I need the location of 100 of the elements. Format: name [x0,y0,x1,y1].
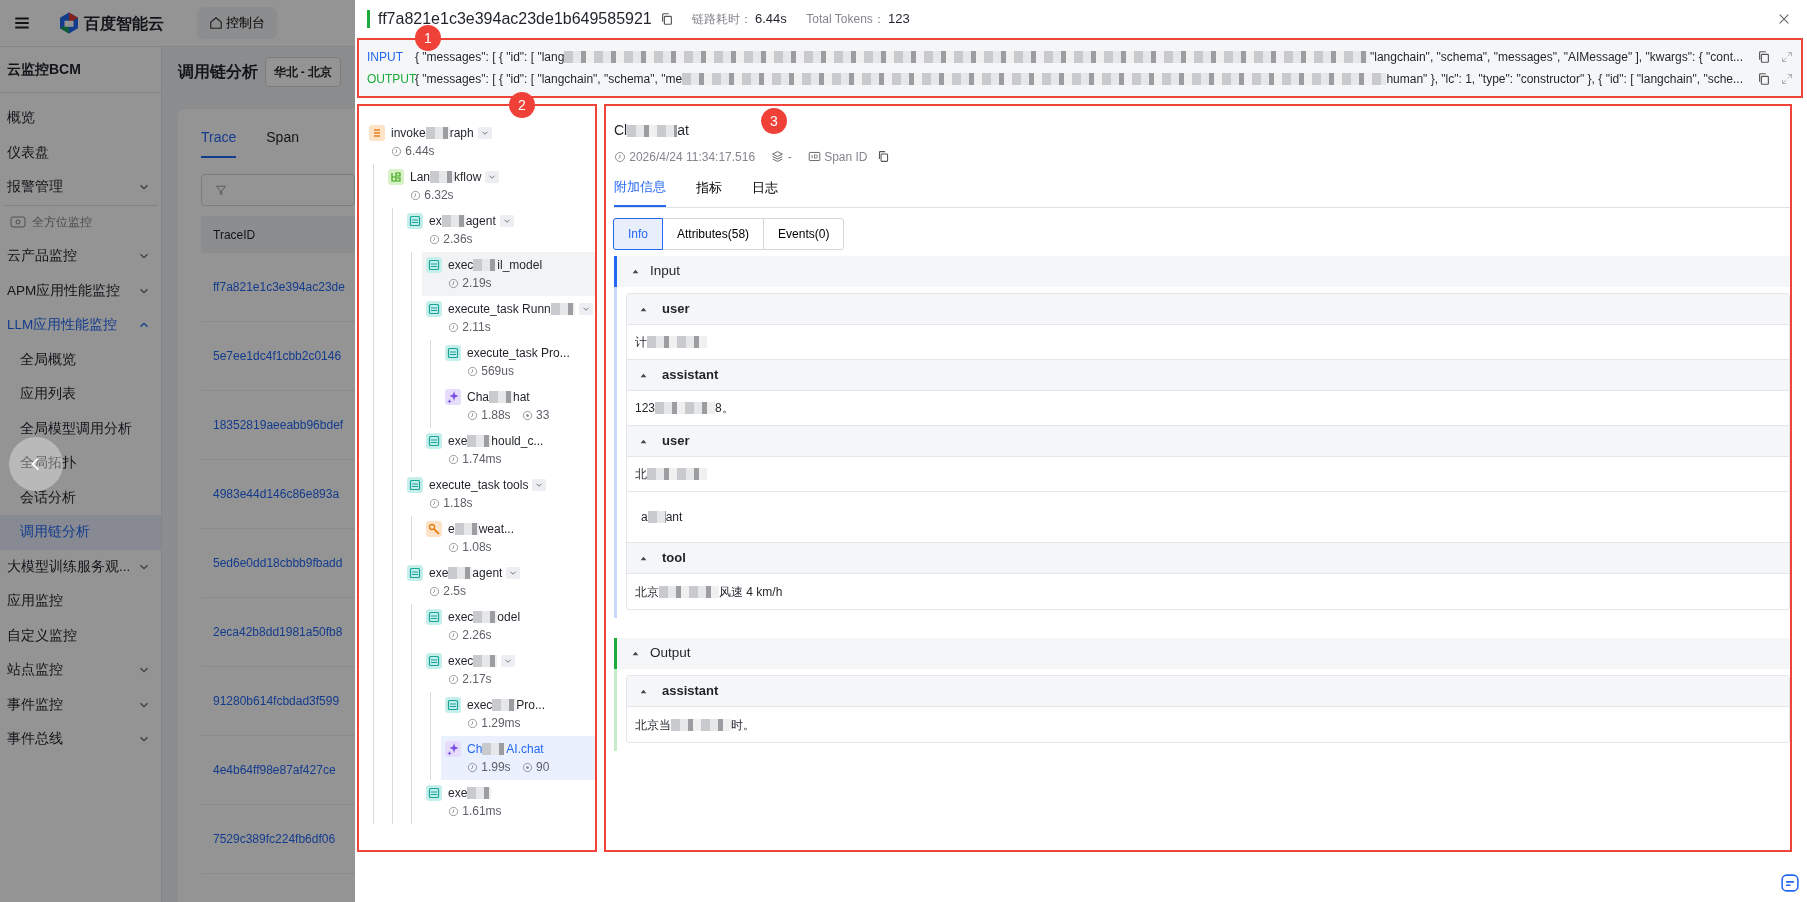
sidebar-item[interactable]: 仪表盘 [0,135,161,170]
text: "langchain", "schema", "messages", "AIMessage" ], "kwargs": { "cont... [1370,49,1743,66]
sidebar-item[interactable]: 大模型训练服务观... [0,549,161,584]
tree-node[interactable]: Lan kflow 6.32s [384,164,595,208]
message-header[interactable]: tool [627,543,1789,574]
task-icon [426,433,442,449]
filter-icon [215,184,227,196]
back-button[interactable] [9,437,63,491]
tree-node[interactable]: execute_task Pro... 569us [441,340,595,384]
tree-node[interactable]: exec 2.17s [422,648,595,692]
tab[interactable]: Span [266,127,299,158]
section-header[interactable]: Output [614,638,1790,669]
tab[interactable]: 附加信息 [614,172,666,207]
message-header[interactable]: user [627,426,1789,457]
copy-icon[interactable] [1757,50,1771,64]
tree-node[interactable]: Ch AI.chat 1.99s 90 [441,736,595,780]
tree-node[interactable]: exe agent 2.5s [403,560,595,604]
segment-button[interactable]: Info [613,217,663,250]
sidebar-item[interactable]: 报警管理 [0,170,161,205]
section-header[interactable]: Input [614,256,1790,287]
clock-icon [429,585,440,597]
node-name: exec [448,257,474,274]
segment-button[interactable]: Attributes(58) [662,217,765,250]
segment-button[interactable]: Events(0) [763,217,845,250]
sidebar-item[interactable]: 云产品监控 [0,239,161,274]
sidebar-item[interactable]: 应用监控 [0,584,161,619]
collapse-button[interactable] [477,127,492,139]
duration-label: 链路耗时： [691,11,752,28]
collapse-button[interactable] [501,655,516,667]
clock-icon [448,541,459,553]
tree-node[interactable]: exe 1.61ms [422,780,595,824]
tree-node[interactable]: exe hould_c... 1.74ms [422,428,595,472]
console-button[interactable]: 控制台 [196,7,277,39]
copy-icon[interactable] [876,150,890,163]
tree-node[interactable]: execute_task Runn 2.11s [422,296,595,340]
tree-node[interactable]: execute_task tools 1.18s [403,472,595,516]
redaction-mosaic [473,611,498,623]
redaction-mosaic [489,391,513,403]
flow-icon [388,169,404,185]
node-name: agent [472,565,503,582]
tab[interactable]: 日志 [752,172,778,207]
tab[interactable]: Trace [201,127,237,158]
sidebar-item[interactable]: 概览 [0,101,161,136]
sidebar-item[interactable]: 全局概览 [0,342,161,377]
tree-node[interactable]: ex agent 2.36s [403,208,595,252]
tab[interactable]: 指标 [696,172,722,207]
message-header[interactable]: assistant [627,360,1789,391]
collapse-button[interactable] [485,171,500,183]
tree-node[interactable]: invoke raph 6.44s [365,120,595,164]
filter-field[interactable] [201,174,355,206]
task-icon [426,257,442,273]
sidebar-item[interactable]: 事件总线 [0,722,161,757]
tree-node[interactable]: exec odel 2.26s [422,604,595,648]
sidebar-item[interactable]: 自定义监控 [0,618,161,653]
message-header[interactable]: user [627,294,1789,325]
node-name: hat [513,389,530,406]
tree-node[interactable]: Cha hat 1.88s 33 [441,384,595,428]
redaction-mosaic [482,743,507,755]
page-title: 调用链分析 [178,62,258,82]
sidebar-item[interactable]: 全局模型调用分析 [0,411,161,446]
node-name: exe [448,785,468,802]
duration-value: 6.44s [755,10,787,29]
close-icon[interactable] [1777,12,1791,26]
duration-text: 2.26s [462,627,492,644]
copy-icon[interactable] [1757,72,1771,86]
logo-text: 百度智能云 [84,12,165,34]
collapse-button[interactable] [532,479,547,491]
collapse-button[interactable] [499,215,514,227]
message-text: 8。 [715,400,734,417]
clock-icon [448,805,459,817]
timestamp: 2026/4/24 11:34:17.516 [629,148,756,166]
sidebar-item[interactable]: 调用链分析 [0,515,161,550]
copy-icon[interactable] [659,12,674,26]
tree-node[interactable]: exec il_model 2.19s [422,252,595,296]
expand-icon[interactable] [1781,73,1793,85]
node-name: agent [465,213,496,230]
redaction-mosaic [671,718,731,731]
io-label: OUTPUT [367,71,415,88]
graph-icon [369,125,385,141]
message-header[interactable]: assistant [627,676,1789,707]
task-icon [445,697,461,713]
sidebar-item[interactable]: 站点监控 [0,653,161,688]
chat-widget-icon[interactable] [1781,874,1799,892]
status-bar-mark [367,10,370,28]
sidebar-item[interactable]: 应用列表 [0,377,161,412]
expand-icon[interactable] [1781,51,1793,63]
region-select[interactable]: 华北 - 北京 [264,57,342,87]
collapse-button[interactable] [506,567,521,579]
node-name: exe [429,565,449,582]
sidebar-item[interactable]: 会话分析 [0,480,161,515]
clock-icon [614,150,626,163]
sidebar-item[interactable]: LLM应用性能监控 [0,308,161,343]
redaction-mosaic [430,171,455,183]
clock-icon [391,145,402,157]
caret-up-icon [631,649,640,658]
sidebar-item[interactable]: APM应用性能监控 [0,273,161,308]
tree-node[interactable]: e weat... 1.08s [422,516,595,560]
tree-node[interactable]: exec Pro... 1.29ms [441,692,595,736]
collapse-button[interactable] [578,303,593,315]
sidebar-item[interactable]: 事件监控 [0,687,161,722]
